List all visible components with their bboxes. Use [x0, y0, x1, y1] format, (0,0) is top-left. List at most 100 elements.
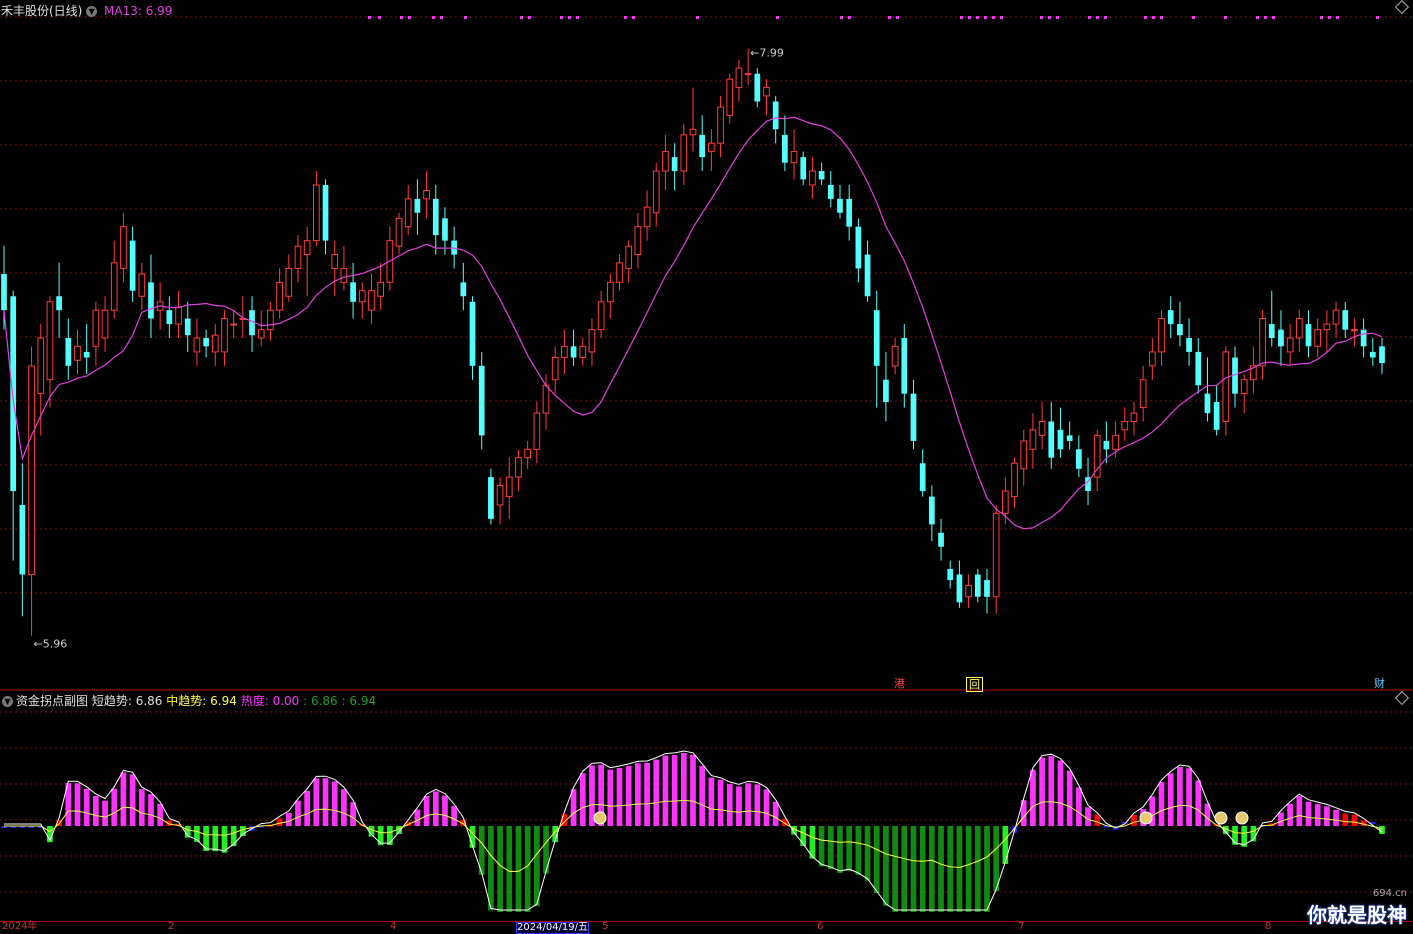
candle-body	[901, 338, 908, 394]
flow-bar	[883, 826, 889, 906]
flow-bar	[221, 826, 228, 853]
candle-body	[423, 190, 430, 200]
candle-body	[193, 337, 201, 353]
chevron-down-icon[interactable]: ▼	[2, 696, 13, 707]
candle-body	[561, 345, 568, 358]
candle-body	[1167, 310, 1174, 325]
signal-dot	[896, 16, 899, 19]
flow-bar	[1057, 760, 1064, 826]
flow-bar	[846, 826, 853, 872]
signal-dot	[624, 16, 627, 19]
flow-bar	[993, 826, 1000, 892]
sub-indicator-name[interactable]: 资金拐点副图	[16, 694, 88, 708]
signal-dot	[400, 16, 403, 19]
signal-dot	[408, 16, 411, 19]
flow-bar	[1039, 757, 1045, 826]
candle-body	[432, 198, 439, 236]
flow-bar	[212, 826, 219, 852]
hk-marker[interactable]: 港	[892, 677, 907, 690]
stock-title[interactable]: 禾丰股份(日线)	[1, 4, 82, 18]
candle-body	[597, 301, 605, 331]
sub-value-4: 6.86	[310, 694, 338, 708]
candle-body	[414, 198, 421, 213]
candle-body	[606, 281, 614, 303]
flow-bar	[910, 826, 917, 912]
flow-bar	[974, 826, 981, 912]
candle-body	[634, 226, 642, 256]
flow-bar	[120, 772, 127, 826]
candle-body	[809, 170, 816, 186]
flow-bar	[451, 806, 457, 826]
candle-body	[129, 240, 136, 291]
flow-bar	[230, 826, 237, 847]
flow-bar	[956, 826, 963, 912]
flow-bar	[1075, 787, 1082, 826]
candle-body	[938, 532, 944, 547]
ma-indicator-name[interactable]: MA13	[104, 4, 138, 18]
signal-dot	[1000, 16, 1003, 19]
flow-bar	[1048, 756, 1055, 826]
flow-bar	[1131, 815, 1137, 826]
candle-body	[1305, 324, 1312, 347]
candle-body	[10, 296, 17, 492]
candle-body	[515, 457, 522, 478]
watermark: 694.cn 你就是股神	[1307, 888, 1407, 928]
date-label: 4	[390, 921, 397, 932]
low-price-label: ←5.96	[34, 638, 68, 651]
candle-body	[28, 365, 35, 576]
candle-body	[46, 301, 54, 381]
flow-bar	[745, 783, 751, 826]
flow-bar	[690, 754, 696, 826]
candle-body	[873, 310, 880, 366]
flow-bar	[662, 755, 669, 826]
candle-body	[717, 106, 724, 144]
candle-body	[138, 273, 146, 297]
high-price-label: ←7.99	[750, 47, 784, 60]
candle-body	[56, 296, 62, 311]
flow-bar	[607, 769, 614, 826]
candle-body	[358, 290, 366, 303]
flow-bar	[423, 796, 430, 826]
flow-bar	[1094, 814, 1101, 826]
candle-body	[203, 338, 209, 347]
candle-body	[570, 346, 577, 358]
candle-body	[1240, 379, 1248, 395]
flow-bar	[653, 759, 660, 826]
money-bag-icon	[593, 811, 607, 825]
candle-body	[1148, 351, 1156, 367]
flow-bar	[1324, 806, 1330, 826]
candle-body	[83, 351, 90, 358]
finance-marker[interactable]: 财	[1372, 677, 1387, 690]
candle-body	[1001, 490, 1009, 514]
date-label: 6	[817, 921, 824, 932]
flow-bar	[625, 765, 632, 826]
flow-bar	[929, 826, 935, 912]
cursor-date: 2024/04/19/五	[516, 922, 590, 934]
review-marker[interactable]: 回	[966, 677, 983, 692]
signal-dot	[968, 16, 971, 19]
flow-bar	[1278, 812, 1284, 826]
candle-body	[478, 365, 485, 436]
flow-bar	[129, 774, 136, 826]
candle-body	[616, 262, 623, 283]
date-label: 5	[602, 921, 609, 932]
candle-body	[992, 512, 1000, 598]
candle-body	[1204, 393, 1211, 414]
candle-body	[524, 448, 531, 459]
candle-body	[1177, 324, 1183, 336]
candle-body	[1139, 379, 1147, 409]
signal-dot	[1040, 16, 1043, 19]
flow-bar	[377, 826, 384, 846]
signal-dot	[984, 16, 987, 19]
flow-bar	[1287, 803, 1293, 826]
signal-dot	[960, 16, 963, 19]
candle-body	[772, 101, 779, 130]
candle-body	[864, 254, 871, 297]
flow-bar	[818, 826, 825, 867]
candle-body	[331, 254, 339, 269]
candle-body	[1278, 329, 1284, 347]
date-label: 8	[1265, 921, 1272, 932]
candle-body	[442, 218, 448, 241]
chevron-down-icon[interactable]: ▼	[86, 6, 98, 17]
candle-body	[303, 240, 311, 256]
